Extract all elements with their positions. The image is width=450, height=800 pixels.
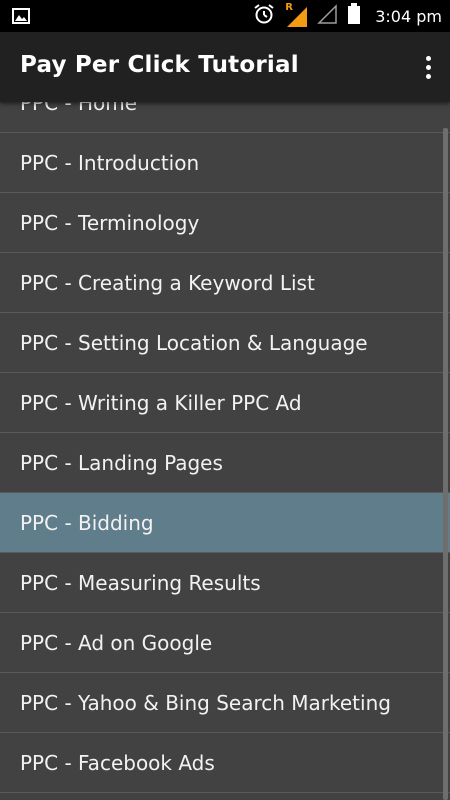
list-item[interactable]: PPC - Landing Pages xyxy=(0,433,450,493)
roaming-signal-icon: R xyxy=(285,2,308,27)
list-item[interactable]: PPC - Writing a Killer PPC Ad xyxy=(0,373,450,433)
signal-icon xyxy=(317,4,337,28)
list-item[interactable]: PPC - Home xyxy=(0,102,450,133)
list-item-label: PPC - Measuring Results xyxy=(20,570,261,595)
app-title: Pay Per Click Tutorial xyxy=(20,52,299,78)
list-item[interactable]: PPC - Yahoo & Bing Search Marketing xyxy=(0,673,450,733)
list-item-selected[interactable]: PPC - Bidding xyxy=(0,493,450,553)
list-item-label: PPC - Facebook Ads xyxy=(20,750,215,775)
list-item-label: PPC - Home xyxy=(20,102,138,115)
list-item-label: PPC - Ad on Google xyxy=(20,630,213,655)
list-item[interactable]: PPC - Ad on Google xyxy=(0,613,450,673)
status-bar: R 3:04 pm xyxy=(0,0,450,32)
list-item[interactable]: PPC - Creating a Keyword List xyxy=(0,253,450,313)
list-item-label: PPC - Yahoo & Bing Search Marketing xyxy=(20,690,391,715)
tutorial-list[interactable]: PPC - Home PPC - Introduction PPC - Term… xyxy=(0,102,450,800)
status-time: 3:04 pm xyxy=(375,6,442,26)
list-item-label: PPC - Setting Location & Language xyxy=(20,330,368,355)
list-item-label: PPC - Bidding xyxy=(20,510,154,535)
more-vert-icon[interactable] xyxy=(420,50,436,84)
app-bar: Pay Per Click Tutorial xyxy=(0,32,450,102)
list-item-label: PPC - Landing Pages xyxy=(20,450,223,475)
list-item-label: PPC - Writing a Killer PPC Ad xyxy=(20,390,302,415)
list-item-label: PPC - Terminology xyxy=(20,210,200,235)
list-item-label: PPC - Introduction xyxy=(20,150,200,175)
status-icons: R 3:04 pm xyxy=(253,0,442,32)
list-item[interactable]: PPC - Introduction xyxy=(0,133,450,193)
list-item[interactable]: PPC - Facebook Ads xyxy=(0,733,450,793)
tutorial-list-items: PPC - Home PPC - Introduction PPC - Term… xyxy=(0,102,450,793)
battery-icon xyxy=(347,3,361,29)
list-item[interactable]: PPC - Measuring Results xyxy=(0,553,450,613)
alarm-icon xyxy=(253,3,275,29)
list-item-label: PPC - Creating a Keyword List xyxy=(20,270,315,295)
list-item[interactable]: PPC - Terminology xyxy=(0,193,450,253)
list-item[interactable]: PPC - Setting Location & Language xyxy=(0,313,450,373)
scrollbar[interactable] xyxy=(443,128,448,800)
image-notification-icon xyxy=(12,8,30,28)
